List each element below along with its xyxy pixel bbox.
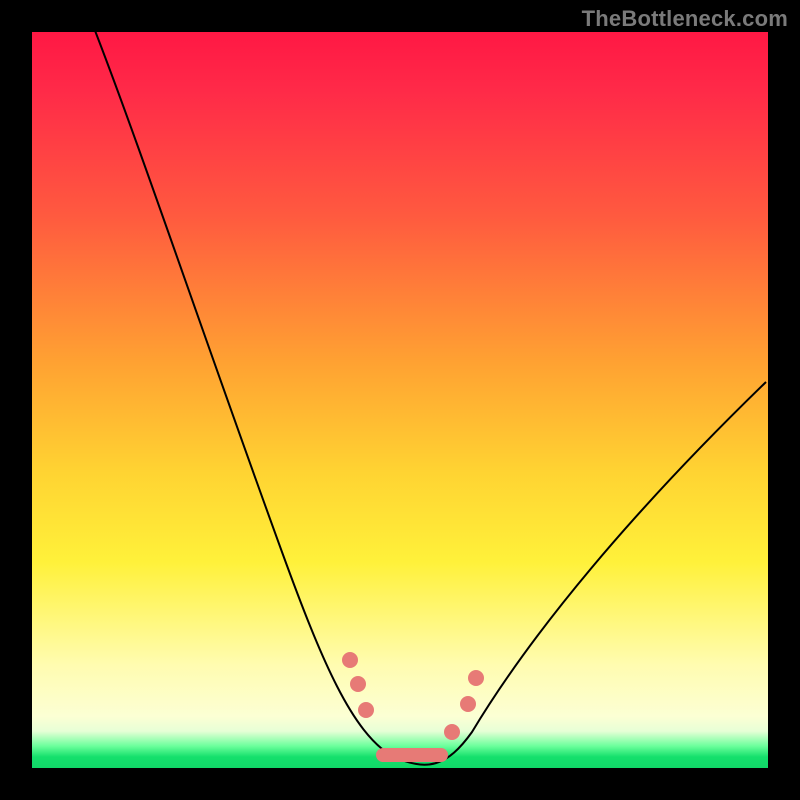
marker-dot — [342, 652, 358, 668]
marker-dot — [444, 724, 460, 740]
plot-area — [32, 32, 768, 768]
marker-dot — [358, 702, 374, 718]
marker-dot — [350, 676, 366, 692]
curve-path — [94, 28, 766, 765]
curve-markers — [342, 652, 484, 762]
marker-dot — [468, 670, 484, 686]
bottleneck-curve — [32, 32, 768, 768]
marker-dot — [460, 696, 476, 712]
watermark-text: TheBottleneck.com — [582, 6, 788, 32]
chart-frame: TheBottleneck.com — [0, 0, 800, 800]
marker-bar — [376, 748, 448, 762]
